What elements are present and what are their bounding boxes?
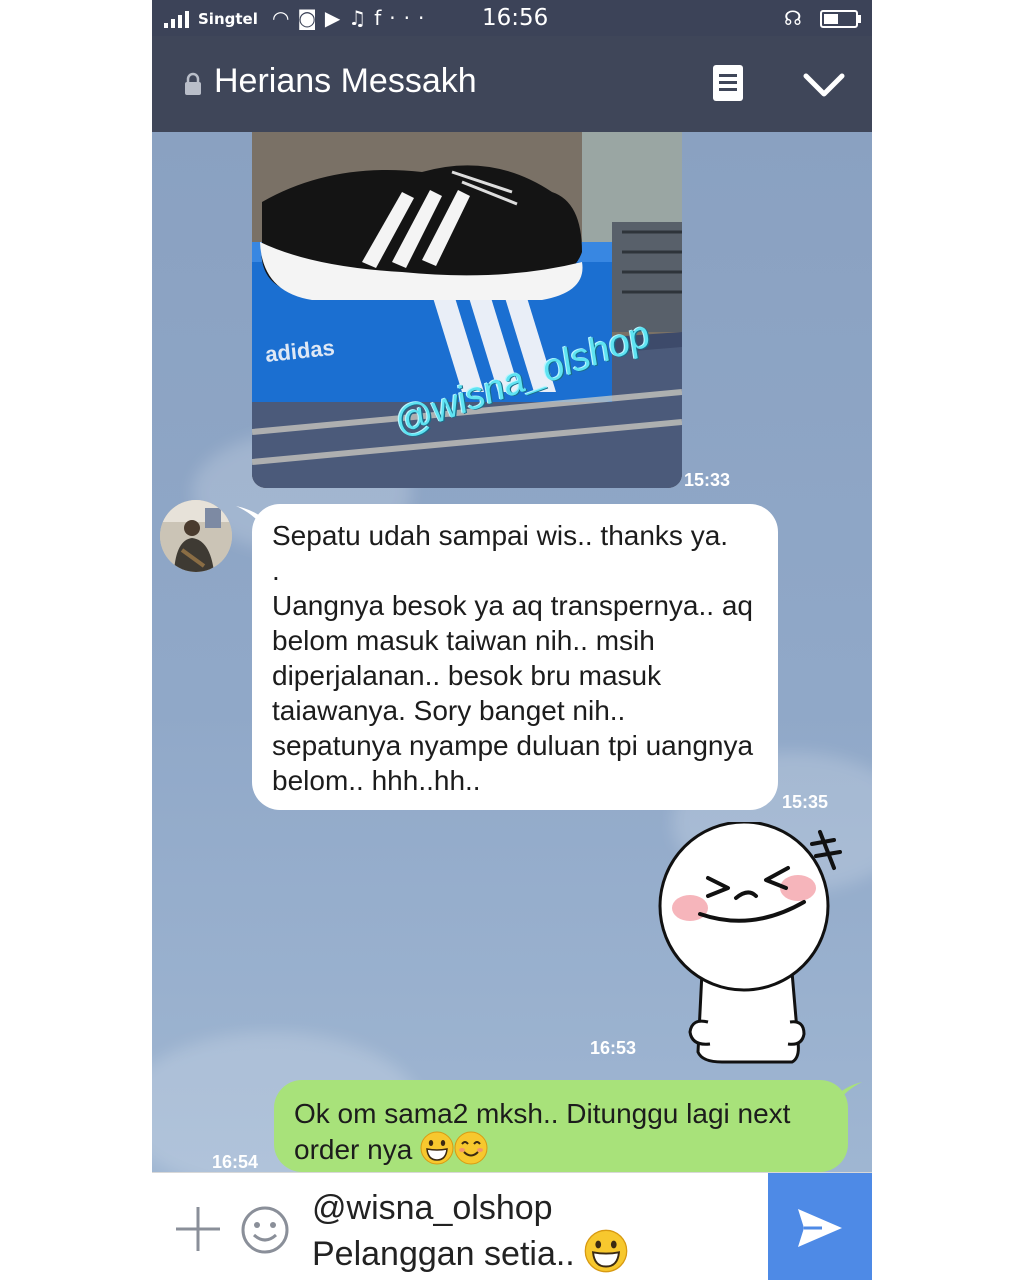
facebook-icon: f xyxy=(374,6,390,30)
message-time: 15:35 xyxy=(782,792,829,812)
chat-header: Herians Messakh xyxy=(152,36,872,132)
smiling-face-emoji-icon xyxy=(454,1131,488,1165)
chat-area[interactable]: adidas @wisna_olshop 15:33 Sepatu udah s… xyxy=(152,132,872,1172)
status-icons: ◠◙▶♫f··· xyxy=(272,6,432,30)
headset-icon: ☊ xyxy=(784,6,802,30)
battery-level xyxy=(824,14,838,24)
battery-icon xyxy=(820,10,858,28)
bubble-tail xyxy=(836,1082,862,1104)
avatar-photo xyxy=(160,500,232,572)
chevron-down-icon[interactable] xyxy=(802,70,846,100)
sticker-message[interactable] xyxy=(652,822,842,1072)
youtube-icon: ▶ xyxy=(324,6,349,30)
message-time: 16:53 xyxy=(590,1038,637,1058)
input-line-2: Pelanggan setia.. xyxy=(312,1235,575,1273)
avatar[interactable] xyxy=(160,500,232,572)
message-text: Ok om sama2 mksh.. Ditunggu lagi next or… xyxy=(294,1098,791,1165)
grinning-face-emoji-icon xyxy=(584,1229,628,1273)
wifi-icon: ◠ xyxy=(272,6,298,30)
music-icon: ♫ xyxy=(348,6,375,30)
photo-message[interactable]: adidas @wisna_olshop xyxy=(252,132,682,488)
instagram-icon: ◙ xyxy=(297,6,325,30)
message-time: 15:33 xyxy=(684,470,731,490)
carrier-label: Singtel xyxy=(198,10,258,28)
send-button[interactable] xyxy=(768,1173,872,1280)
status-time: 16:56 xyxy=(482,5,549,31)
message-text: Sepatu udah sampai wis.. thanks ya. . Ua… xyxy=(272,520,754,796)
message-text-container: Ok om sama2 mksh.. Ditunggu lagi next or… xyxy=(294,1096,828,1167)
send-icon xyxy=(798,1209,842,1247)
outgoing-message-bubble[interactable]: Ok om sama2 mksh.. Ditunggu lagi next or… xyxy=(274,1080,848,1172)
signal-icon xyxy=(164,11,189,28)
battery-tip xyxy=(858,15,861,23)
message-input-bar: @wisna_olshop Pelanggan setia.. xyxy=(152,1172,872,1280)
message-time: 16:54 xyxy=(212,1152,259,1172)
incoming-message-bubble[interactable]: Sepatu udah sampai wis.. thanks ya. . Ua… xyxy=(252,504,778,810)
phone-screen: Singtel ◠◙▶♫f··· 16:56 ☊ Herians Messakh xyxy=(152,0,872,1280)
plus-icon[interactable] xyxy=(174,1205,222,1253)
grinning-face-emoji-icon xyxy=(420,1131,454,1165)
notes-icon[interactable] xyxy=(712,64,744,102)
message-input[interactable]: @wisna_olshop Pelanggan setia.. xyxy=(312,1187,762,1275)
status-bar: Singtel ◠◙▶♫f··· 16:56 ☊ xyxy=(152,0,872,36)
chat-title: Herians Messakh xyxy=(214,62,477,100)
input-line-1: @wisna_olshop xyxy=(312,1189,553,1227)
lock-icon xyxy=(185,72,201,95)
more-icon: ··· xyxy=(389,6,433,30)
emoji-icon[interactable] xyxy=(240,1205,290,1255)
shoe-photo: adidas xyxy=(252,132,682,488)
